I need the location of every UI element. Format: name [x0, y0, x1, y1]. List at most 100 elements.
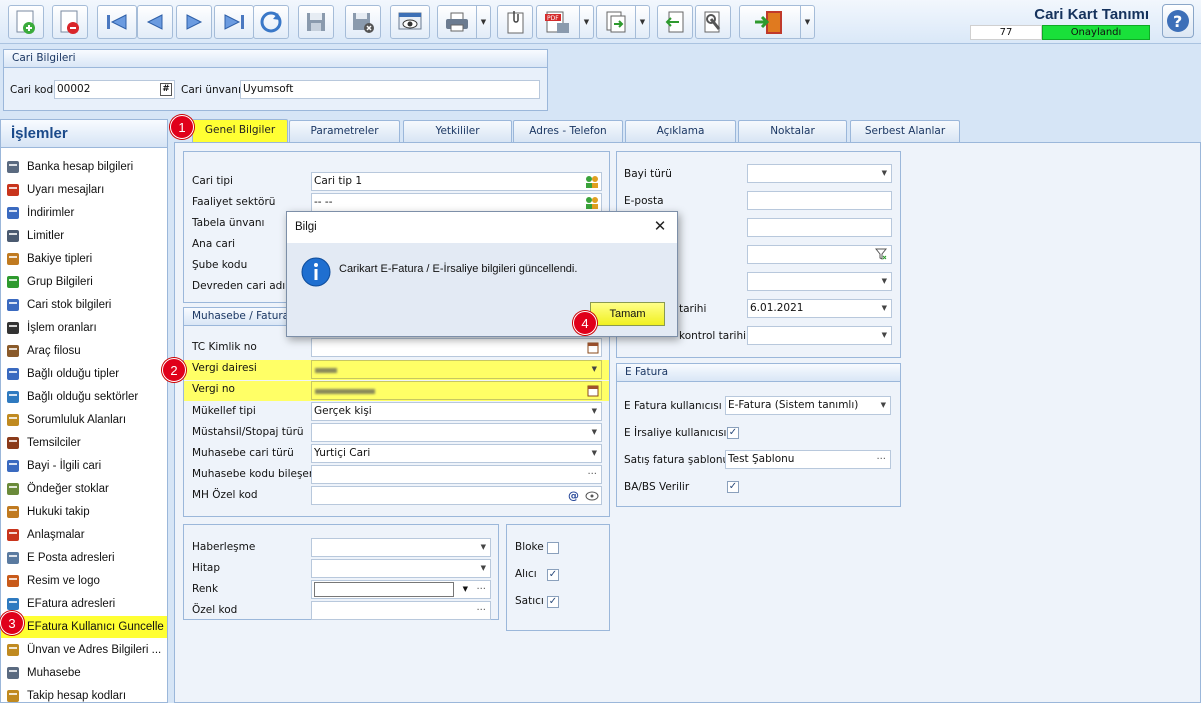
sidebar-item[interactable]: Ünvan ve Adres Bilgileri ...	[5, 639, 167, 661]
chevron-down-icon[interactable]: ▼	[592, 424, 597, 441]
eposta-input[interactable]	[747, 191, 892, 210]
sidebar-item[interactable]: Araç filosu	[5, 340, 167, 362]
field-5-select[interactable]: ▼	[747, 272, 892, 291]
kontrol-select[interactable]: ▼	[747, 326, 892, 345]
hitap-select[interactable]: ▼	[311, 559, 491, 578]
tab[interactable]: Serbest Alanlar	[850, 120, 960, 142]
sidebar-item[interactable]: Takip hesap kodları	[5, 685, 167, 703]
save-close-button[interactable]	[345, 5, 381, 39]
tab[interactable]: Yetkililer	[403, 120, 512, 142]
print-button[interactable]	[437, 5, 477, 39]
import-button[interactable]	[657, 5, 693, 39]
sidebar-item[interactable]: Banka hesap bilgileri	[5, 156, 167, 178]
ok-button[interactable]: Tamam	[590, 302, 665, 326]
satici-checkbox[interactable]: ✓	[547, 596, 559, 608]
vergi-dairesi-input[interactable]: ▼	[311, 360, 602, 379]
bayi-select[interactable]: ▼	[747, 164, 892, 183]
tab[interactable]: Açıklama	[625, 120, 736, 142]
ozel-kod-input[interactable]: ...	[311, 601, 491, 620]
tools-button[interactable]	[695, 5, 731, 39]
mukellef-select[interactable]: Gerçek kişi ▼	[311, 402, 602, 421]
efatura-kullanici-select[interactable]: E-Fatura (Sistem tanımlı) ▼	[725, 396, 891, 415]
chevron-down-icon[interactable]: ▼	[592, 403, 597, 420]
sidebar-item[interactable]: İndirimler	[5, 202, 167, 224]
save-button[interactable]	[298, 5, 334, 39]
print-dropdown[interactable]: ▼	[477, 5, 491, 39]
next-record-button[interactable]	[176, 5, 212, 39]
chevron-down-icon[interactable]: ▼	[881, 397, 886, 414]
tarih-select[interactable]: 6.01.2021 ▼	[747, 299, 892, 318]
sidebar-item[interactable]: Bayi - İlgili cari	[5, 455, 167, 477]
export-dropdown[interactable]: ▼	[636, 5, 650, 39]
exit-dropdown[interactable]: ▼	[801, 5, 815, 39]
cari-kod-input[interactable]: 00002 #	[54, 80, 175, 99]
pdf-dropdown[interactable]: ▼	[580, 5, 594, 39]
mustahsil-select[interactable]: ▼	[311, 423, 602, 442]
tab[interactable]: Noktalar	[738, 120, 847, 142]
close-icon[interactable]: ✕	[651, 218, 669, 236]
sidebar-item[interactable]: Öndeğer stoklar	[5, 478, 167, 500]
ellipsis-icon[interactable]: ...	[476, 581, 486, 595]
chevron-down-icon[interactable]: ▼	[592, 361, 597, 378]
first-record-button[interactable]	[97, 5, 137, 39]
sidebar-item[interactable]: E Posta adresleri	[5, 547, 167, 569]
last-record-button[interactable]	[214, 5, 254, 39]
help-button[interactable]: ?	[1162, 4, 1194, 38]
calendar-icon[interactable]	[587, 384, 599, 397]
sidebar-item[interactable]: Muhasebe	[5, 662, 167, 684]
muh-cari-select[interactable]: Yurtiçi Cari ▼	[311, 444, 602, 463]
sidebar-item[interactable]: Uyarı mesajları	[5, 179, 167, 201]
mh-ozel-input[interactable]: @	[311, 486, 602, 505]
bloke-checkbox[interactable]	[547, 542, 559, 554]
chevron-down-icon[interactable]: ▼	[463, 581, 468, 598]
chevron-down-icon[interactable]: ▼	[882, 273, 887, 290]
irsaliye-checkbox[interactable]: ✓	[727, 427, 739, 439]
sidebar-item[interactable]: EFatura Kullanıcı Guncelle	[1, 616, 167, 638]
pdf-button[interactable]: PDF	[536, 5, 580, 39]
vergi-no-input[interactable]	[311, 381, 602, 400]
people-icon[interactable]	[585, 175, 599, 189]
haberlesme-select[interactable]: ▼	[311, 538, 491, 557]
preview-button[interactable]	[390, 5, 430, 39]
faaliyet-input[interactable]: -- --	[311, 193, 602, 212]
sidebar-item[interactable]: Anlaşmalar	[5, 524, 167, 546]
chevron-down-icon[interactable]: ▼	[481, 560, 486, 577]
ellipsis-icon[interactable]: ...	[876, 451, 886, 465]
ellipsis-icon[interactable]: ...	[587, 466, 597, 480]
exit-button[interactable]	[739, 5, 801, 39]
sablon-input[interactable]: Test Şablonu ...	[725, 450, 891, 469]
muh-kod-input[interactable]: ...	[311, 465, 602, 484]
sidebar-item[interactable]: Resim ve logo	[5, 570, 167, 592]
chevron-down-icon[interactable]: ▼	[882, 300, 887, 317]
sidebar-item[interactable]: Grup Bilgileri	[5, 271, 167, 293]
sidebar-item[interactable]: Cari stok bilgileri	[5, 294, 167, 316]
chevron-down-icon[interactable]: ▼	[882, 165, 887, 182]
at-icon[interactable]: @	[568, 487, 579, 504]
chevron-down-icon[interactable]: ▼	[882, 327, 887, 344]
refresh-button[interactable]	[253, 5, 289, 39]
tab[interactable]: Adres - Telefon	[513, 120, 623, 142]
export-button[interactable]	[596, 5, 636, 39]
sidebar-item[interactable]: Bakiye tipleri	[5, 248, 167, 270]
sidebar-item[interactable]: Limitler	[5, 225, 167, 247]
field-4-input[interactable]	[747, 245, 892, 264]
sidebar-item[interactable]: Hukuki takip	[5, 501, 167, 523]
cari-unvan-input[interactable]: Uyumsoft	[240, 80, 540, 99]
ellipsis-icon[interactable]: ...	[476, 602, 486, 616]
sidebar-item[interactable]: İşlem oranları	[5, 317, 167, 339]
renk-picker[interactable]: ▼ ...	[311, 580, 491, 599]
filter-icon[interactable]	[875, 248, 889, 261]
cari-tipi-input[interactable]: Cari tip 1	[311, 172, 602, 191]
attach-button[interactable]	[497, 5, 533, 39]
sidebar-item[interactable]: Sorumluluk Alanları	[5, 409, 167, 431]
alici-checkbox[interactable]: ✓	[547, 569, 559, 581]
tab[interactable]: Parametreler	[289, 120, 400, 142]
chevron-down-icon[interactable]: ▼	[592, 445, 597, 462]
hash-icon[interactable]: #	[160, 83, 172, 96]
calendar-icon[interactable]	[587, 341, 599, 354]
people-icon[interactable]	[585, 196, 599, 210]
tab[interactable]: Genel Bilgiler	[192, 119, 288, 142]
sidebar-item[interactable]: Bağlı olduğu tipler	[5, 363, 167, 385]
sidebar-item[interactable]: Bağlı olduğu sektörler	[5, 386, 167, 408]
tc-input[interactable]	[311, 338, 602, 357]
